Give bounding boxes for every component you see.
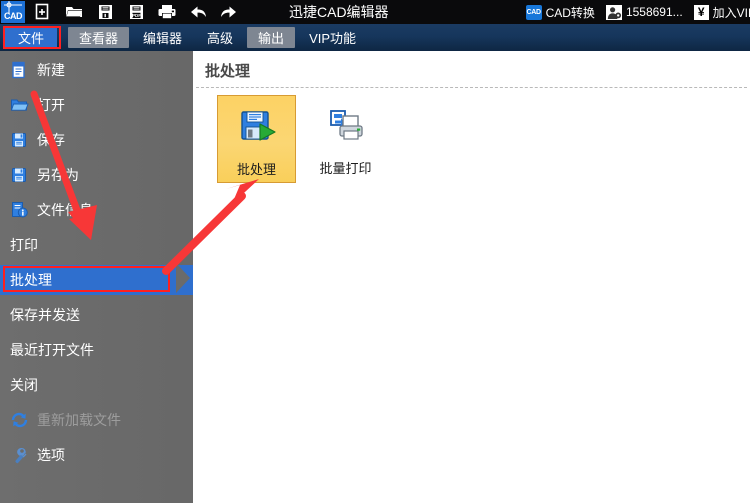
title-divider — [196, 87, 747, 88]
file-menu-sidebar: 新建 打开 保存 另存为 文件信息 打印 批处理 保存并发送 最近打开文件 关闭… — [0, 51, 193, 503]
join-vip-button[interactable]: ¥ 加入VIP — [693, 4, 750, 21]
tab-advanced[interactable]: 高级 — [196, 24, 244, 51]
sidebar-item-reload: 重新加载文件 — [0, 405, 193, 435]
save-pdf-icon[interactable]: PDF — [126, 2, 146, 22]
print-icon[interactable] — [157, 2, 177, 22]
app-title: 迅捷CAD编辑器 — [289, 4, 389, 20]
batch-printer-icon — [324, 101, 368, 155]
join-vip-label: 加入VIP — [712, 5, 750, 20]
command-label: 批处理 — [236, 162, 276, 177]
sidebar-item-label: 打印 — [10, 237, 38, 253]
sidebar-item-options[interactable]: 选项 — [0, 440, 193, 470]
floppy-play-icon — [235, 102, 279, 156]
sidebar-item-save[interactable]: 保存 — [0, 125, 193, 155]
sidebar-selection-pointer-notch — [176, 263, 190, 293]
sidebar-item-label: 重新加载文件 — [37, 412, 121, 428]
sidebar-item-save-send[interactable]: 保存并发送 — [0, 300, 193, 330]
command-label: 批量打印 — [319, 161, 372, 176]
sidebar-item-close[interactable]: 关闭 — [0, 370, 193, 400]
sidebar-item-label: 新建 — [37, 62, 65, 78]
tab-file[interactable]: 文件 — [5, 27, 57, 48]
crosshair-glyph — [4, 1, 22, 13]
redo-arrow-icon[interactable] — [219, 2, 239, 22]
open-folder-icon — [8, 95, 30, 115]
sidebar-item-recent[interactable]: 最近打开文件 — [0, 335, 193, 365]
cad-convert-button[interactable]: CAD CAD转换 — [525, 4, 595, 21]
sidebar-item-new[interactable]: 新建 — [0, 55, 193, 85]
application-window: CAD PDF 迅捷CAD编辑器 CAD CAD转换 1558691... ¥ … — [0, 0, 750, 503]
sidebar-item-print[interactable]: 打印 — [0, 230, 193, 260]
sidebar-item-save-as[interactable]: 另存为 — [0, 160, 193, 190]
title-bar: CAD PDF 迅捷CAD编辑器 CAD CAD转换 1558691... ¥ … — [0, 0, 750, 24]
reload-refresh-icon — [8, 410, 30, 430]
undo-arrow-icon[interactable] — [188, 2, 208, 22]
sidebar-item-label: 最近打开文件 — [10, 342, 94, 358]
sidebar-item-label: 保存并发送 — [10, 307, 80, 323]
sidebar-item-file-info[interactable]: 文件信息 — [0, 195, 193, 225]
new-document-icon[interactable] — [33, 2, 53, 22]
command-batch-print[interactable]: 批量打印 — [306, 95, 385, 183]
tab-vip[interactable]: VIP功能 — [298, 24, 367, 51]
cad-convert-icon: CAD — [525, 4, 542, 20]
floppy-save-as-icon — [8, 165, 30, 185]
tab-viewer[interactable]: 查看器 — [68, 27, 130, 48]
titlebar-right-zone: CAD CAD转换 1558691... ¥ 加入VIP — [525, 0, 750, 24]
sidebar-item-label: 关闭 — [10, 377, 38, 393]
sidebar-item-label: 另存为 — [37, 167, 79, 183]
page-title: 批处理 — [205, 63, 251, 80]
open-folder-icon[interactable] — [64, 2, 84, 22]
sidebar-item-open[interactable]: 打开 — [0, 90, 193, 120]
cad-convert-label: CAD转换 — [545, 5, 595, 20]
user-account-label: 1558691... — [625, 5, 683, 19]
wrench-options-icon — [8, 445, 30, 465]
yen-vip-icon: ¥ — [693, 4, 709, 20]
save-floppy-icon[interactable] — [95, 2, 115, 22]
ribbon-tab-bar: 文件 查看器 编辑器 高级 输出 VIP功能 — [0, 24, 750, 51]
sidebar-item-batch[interactable]: 批处理 — [0, 265, 193, 295]
floppy-save-icon — [8, 130, 30, 150]
sidebar-item-label: 文件信息 — [37, 202, 93, 218]
svg-text:PDF: PDF — [132, 13, 141, 18]
user-account-button[interactable]: 1558691... — [605, 4, 683, 20]
sidebar-item-label: 选项 — [37, 447, 65, 463]
file-info-icon — [8, 200, 30, 220]
command-batch-process[interactable]: 批处理 — [217, 95, 296, 183]
quick-access-toolbar: PDF — [33, 2, 239, 22]
tab-editor[interactable]: 编辑器 — [132, 24, 193, 51]
tab-output[interactable]: 输出 — [247, 27, 296, 48]
sidebar-item-label: 保存 — [37, 132, 65, 148]
new-file-icon — [8, 60, 30, 80]
cad-logo-icon[interactable]: CAD — [1, 1, 25, 23]
main-content-panel: 批处理 批处理 批量打印 — [193, 51, 750, 503]
sidebar-item-label: 打开 — [37, 97, 65, 113]
sidebar-item-label: 批处理 — [10, 272, 52, 288]
user-account-icon — [605, 4, 622, 20]
